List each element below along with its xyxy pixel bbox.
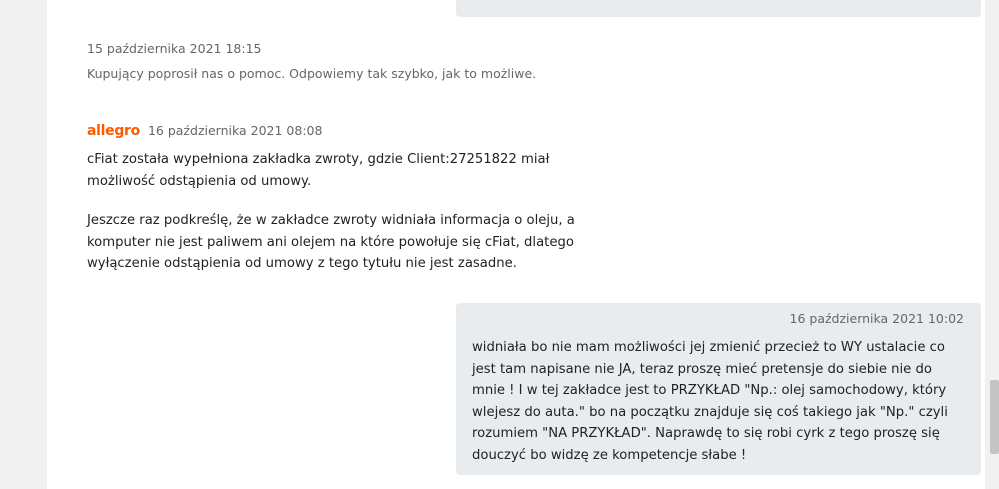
previous-message-bubble xyxy=(456,0,981,17)
seller-message-header: allegro 16 października 2021 08:08 xyxy=(87,123,322,139)
system-event-timestamp: 15 października 2021 18:15 xyxy=(87,41,262,56)
seller-message-timestamp: 16 października 2021 08:08 xyxy=(147,123,323,138)
my-message-timestamp: 16 października 2021 10:02 xyxy=(789,311,964,326)
system-event-text: Kupujący poprosił nas o pomoc. Odpowiemy… xyxy=(87,66,537,81)
seller-message-paragraph: cFiat została wypełniona zakładka zwroty… xyxy=(87,152,550,189)
allegro-logo: allegro xyxy=(87,123,140,139)
seller-message-paragraph: Jeszcze raz podkreślę, że w zakładce zwr… xyxy=(87,213,575,271)
my-message-text: widniała bo nie mam możliwości jej zmien… xyxy=(472,340,948,463)
scrollbar-thumb[interactable] xyxy=(990,380,999,454)
